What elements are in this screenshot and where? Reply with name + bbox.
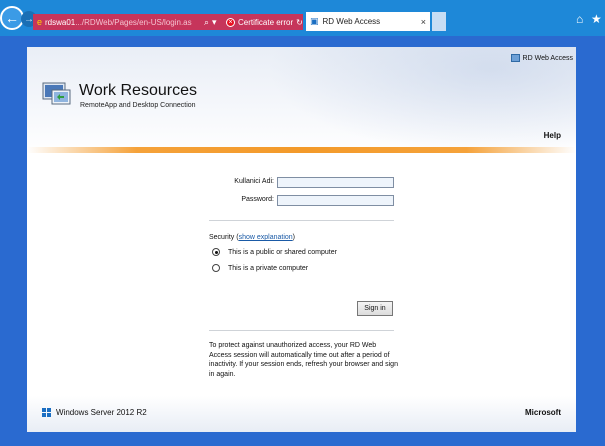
rd-web-access-label: RD Web Access bbox=[522, 54, 573, 62]
address-bar[interactable]: e rdswa01 .../RDWeb/Pages/en-US/login.as bbox=[33, 14, 223, 30]
address-path: .../RDWeb/Pages/en-US/login.as bbox=[75, 17, 192, 27]
error-icon: × bbox=[226, 17, 235, 27]
favorites-star-icon[interactable]: ★ bbox=[591, 12, 602, 26]
help-link[interactable]: Help bbox=[544, 131, 561, 140]
tab-close-icon[interactable]: × bbox=[421, 17, 426, 27]
security-suffix: ) bbox=[292, 234, 295, 241]
dropdown-icon[interactable]: ▾ bbox=[212, 17, 217, 28]
security-heading: Security (show explanation) bbox=[209, 234, 295, 241]
rd-web-access-page: RD Web Access Work Resources RemoteApp a… bbox=[27, 47, 576, 432]
rd-web-access-icon bbox=[510, 54, 520, 62]
certificate-error-label: Certificate error bbox=[238, 17, 294, 27]
page-subtitle: RemoteApp and Desktop Connection bbox=[80, 102, 196, 109]
divider bbox=[209, 220, 394, 221]
sign-in-button[interactable]: Sign in bbox=[357, 301, 393, 316]
public-computer-label: This is a public or shared computer bbox=[228, 248, 337, 256]
home-icon[interactable]: ⌂ bbox=[576, 12, 583, 26]
private-computer-option[interactable]: This is a private computer bbox=[212, 264, 308, 272]
back-arrow-icon: ← bbox=[5, 10, 19, 26]
password-field[interactable] bbox=[277, 195, 394, 206]
search-icon[interactable]: ⌕ bbox=[204, 17, 209, 28]
browser-tab[interactable]: ▣ RD Web Access × bbox=[306, 12, 430, 31]
security-prefix: Security ( bbox=[209, 234, 239, 241]
public-computer-radio[interactable] bbox=[212, 248, 220, 256]
ie-page-icon: e bbox=[37, 17, 43, 27]
session-timeout-note: To protect against unauthorized access, … bbox=[209, 342, 398, 378]
refresh-icon[interactable]: ↻ bbox=[296, 18, 303, 27]
windows-logo-icon bbox=[42, 408, 52, 418]
header-decoration bbox=[267, 47, 576, 155]
address-tools: ⌕ ▾ bbox=[204, 14, 217, 30]
os-name: Windows Server 2012 R2 bbox=[56, 408, 147, 417]
username-label: Kullanici Adi: bbox=[234, 178, 274, 185]
password-label: Password: bbox=[241, 196, 274, 203]
remoteapp-logo-icon bbox=[42, 82, 71, 105]
address-host: rdswa01 bbox=[45, 17, 76, 27]
private-computer-radio[interactable] bbox=[212, 264, 220, 272]
header-divider bbox=[27, 147, 576, 153]
page-footer: Windows Server 2012 R2 Microsoft bbox=[27, 396, 576, 432]
page-header: RD Web Access Work Resources RemoteApp a… bbox=[27, 47, 576, 155]
page-title: Work Resources bbox=[79, 82, 197, 99]
browser-toolbar: ← → e rdswa01 .../RDWeb/Pages/en-US/logi… bbox=[0, 0, 605, 36]
microsoft-logo: Microsoft bbox=[525, 408, 561, 417]
rd-web-access-badge: RD Web Access bbox=[510, 54, 573, 62]
rd-tab-icon: ▣ bbox=[310, 16, 319, 26]
new-tab-button[interactable] bbox=[432, 12, 446, 31]
show-explanation-link[interactable]: show explanation bbox=[239, 234, 293, 241]
username-field[interactable] bbox=[277, 177, 394, 188]
private-computer-label: This is a private computer bbox=[228, 264, 309, 272]
public-computer-option[interactable]: This is a public or shared computer bbox=[212, 248, 337, 256]
tab-title: RD Web Access bbox=[322, 17, 381, 26]
divider bbox=[209, 330, 394, 331]
certificate-error-indicator[interactable]: × Certificate error ↻ bbox=[223, 14, 303, 30]
